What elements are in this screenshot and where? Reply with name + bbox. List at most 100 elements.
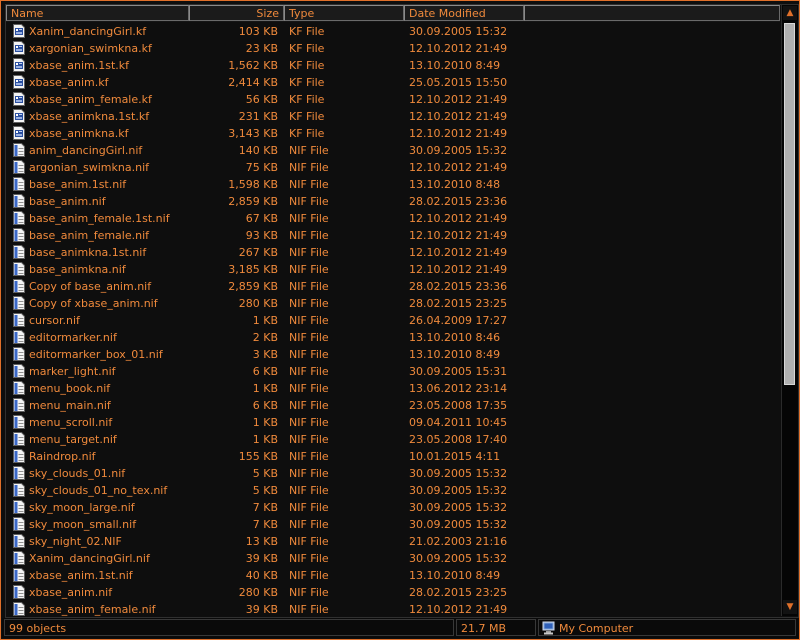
file-type: NIF File [289,552,329,565]
file-row[interactable]: Xanim_dancingGirl.kf 103 KB KF File 30.09.2… [6,23,780,40]
file-date-modified: 28.02.2015 23:36 [409,280,508,293]
file-name: marker_light.nif [29,365,116,378]
file-name: xbase_anim_female.kf [29,93,152,106]
nif-file-icon [13,568,25,582]
file-name: base_animkna.nif [29,263,126,276]
file-list[interactable]: Name Size Type Date Modified Xanim_danci… [5,4,799,618]
file-size: 5 KB [252,484,278,497]
file-row[interactable]: xargonian_swimkna.kf 23 KB KF File 12.10.20… [6,40,780,57]
nif-file-icon [13,177,25,191]
file-date-modified: 12.10.2012 21:49 [409,263,508,276]
file-name: xbase_anim.1st.nif [29,569,133,582]
file-row[interactable]: menu_scroll.nif 1 KB NIF File 09.04.2011 10… [6,414,780,431]
file-row[interactable]: cursor.nif 1 KB NIF File 26.04.2009 17:27 [6,312,780,329]
nif-file-icon [13,449,25,463]
file-row[interactable]: base_animkna.1st.nif 267 KB NIF File 12.10.… [6,244,780,261]
file-row[interactable]: Copy of xbase_anim.nif 280 KB NIF File 28.0… [6,295,780,312]
file-row[interactable]: xbase_anim_female.nif 39 KB NIF File 12.10.… [6,601,780,617]
column-header-name[interactable]: Name [6,5,189,21]
nif-file-icon [13,364,25,378]
file-type: NIF File [289,450,329,463]
file-date-modified: 30.09.2005 15:32 [409,144,508,157]
file-date-modified: 21.02.2003 21:16 [409,535,508,548]
file-name: cursor.nif [29,314,80,327]
file-size: 67 KB [245,212,278,225]
file-size: 13 KB [245,535,278,548]
file-date-modified: 23.05.2008 17:35 [409,399,508,412]
file-row[interactable]: xbase_animkna.kf 3,143 KB KF File 12.10.201… [6,125,780,142]
vertical-scrollbar[interactable]: ▲ ▼ [781,5,798,616]
file-name: Copy of base_anim.nif [29,280,152,293]
file-date-modified: 12.10.2012 21:49 [409,42,508,55]
file-size: 93 KB [245,229,278,242]
file-row[interactable]: xbase_anim.1st.nif 40 KB NIF File 13.10.201… [6,567,780,584]
file-size: 103 KB [238,25,278,38]
file-name: base_anim.1st.nif [29,178,127,191]
nif-file-icon [13,432,25,446]
file-name: Raindrop.nif [29,450,96,463]
file-type: KF File [289,76,325,89]
file-row[interactable]: menu_main.nif 6 KB NIF File 23.05.2008 17:3… [6,397,780,414]
file-row[interactable]: base_animkna.nif 3,185 KB NIF File 12.10.20… [6,261,780,278]
file-date-modified: 12.10.2012 21:49 [409,93,508,106]
file-row[interactable]: xbase_anim_female.kf 56 KB KF File 12.10.20… [6,91,780,108]
file-name: menu_book.nif [29,382,111,395]
file-row[interactable]: menu_target.nif 1 KB NIF File 23.05.2008 17… [6,431,780,448]
file-type: NIF File [289,467,329,480]
file-name: base_animkna.1st.nif [29,246,147,259]
file-row[interactable]: sky_moon_large.nif 7 KB NIF File 30.09.2005… [6,499,780,516]
file-size: 7 KB [252,518,278,531]
file-row[interactable]: base_anim.1st.nif 1,598 KB NIF File 13.10.2… [6,176,780,193]
file-row[interactable]: xbase_animkna.1st.kf 231 KB KF File 12.10.2… [6,108,780,125]
file-type: NIF File [289,484,329,497]
file-size: 1 KB [252,314,278,327]
file-name: base_anim.nif [29,195,106,208]
file-row[interactable]: anim_dancingGirl.nif 140 KB NIF File 30.09.… [6,142,780,159]
file-row[interactable]: sky_clouds_01.nif 5 KB NIF File 30.09.2005 … [6,465,780,482]
file-size: 6 KB [252,399,278,412]
column-header-date-modified[interactable]: Date Modified [404,5,524,21]
file-row[interactable]: sky_moon_small.nif 7 KB NIF File 30.09.2005… [6,516,780,533]
file-date-modified: 30.09.2005 15:31 [409,365,508,378]
file-type: NIF File [289,535,329,548]
file-size: 140 KB [238,144,278,157]
scroll-down-arrow-icon[interactable]: ▼ [783,600,797,614]
file-row[interactable]: menu_book.nif 1 KB NIF File 13.06.2012 23:1… [6,380,780,397]
file-row[interactable]: base_anim_female.1st.nif 67 KB NIF File 12.… [6,210,780,227]
file-row[interactable]: editormarker.nif 2 KB NIF File 13.10.2010 8… [6,329,780,346]
file-type: KF File [289,110,325,123]
file-row[interactable]: xbase_anim.kf 2,414 KB KF File 25.05.2015 1… [6,74,780,91]
scrollbar-thumb[interactable] [784,23,795,385]
file-type: NIF File [289,399,329,412]
nif-file-icon [13,143,25,157]
file-type: NIF File [289,280,329,293]
file-type: NIF File [289,161,329,174]
file-row[interactable]: xbase_anim.1st.kf 1,562 KB KF File 13.10.20… [6,57,780,74]
file-size: 280 KB [238,297,278,310]
file-row[interactable]: sky_night_02.NIF 13 KB NIF File 21.02.2003 … [6,533,780,550]
column-header-size[interactable]: Size [189,5,284,21]
file-row[interactable]: marker_light.nif 6 KB NIF File 30.09.2005 1… [6,363,780,380]
file-row[interactable]: xbase_anim.nif 280 KB NIF File 28.02.2015 2… [6,584,780,601]
file-row[interactable]: Copy of base_anim.nif 2,859 KB NIF File 28.… [6,278,780,295]
status-bar: 99 objects 21.7 MB My Computer [2,618,798,638]
file-name: sky_night_02.NIF [29,535,122,548]
file-row[interactable]: Raindrop.nif 155 KB NIF File 10.01.2015 4:1… [6,448,780,465]
file-row[interactable]: argonian_swimkna.nif 75 KB NIF File 12.10.2… [6,159,780,176]
file-name: xargonian_swimkna.kf [29,42,152,55]
file-type: NIF File [289,586,329,599]
file-row[interactable]: base_anim.nif 2,859 KB NIF File 28.02.2015 … [6,193,780,210]
file-size: 1,562 KB [228,59,278,72]
file-type: KF File [289,42,325,55]
nif-file-icon [13,398,25,412]
file-row[interactable]: Xanim_dancingGirl.nif 39 KB NIF File 30.09.… [6,550,780,567]
file-row[interactable]: editormarker_box_01.nif 3 KB NIF File 13.10… [6,346,780,363]
column-header-type[interactable]: Type [284,5,404,21]
file-name: Xanim_dancingGirl.nif [29,552,150,565]
file-row[interactable]: sky_clouds_01_no_tex.nif 5 KB NIF File 30.0… [6,482,780,499]
file-row[interactable]: base_anim_female.nif 93 KB NIF File 12.10.2… [6,227,780,244]
file-date-modified: 26.04.2009 17:27 [409,314,508,327]
scroll-up-arrow-icon[interactable]: ▲ [783,6,797,20]
file-date-modified: 30.09.2005 15:32 [409,25,508,38]
file-size: 3,143 KB [228,127,278,140]
